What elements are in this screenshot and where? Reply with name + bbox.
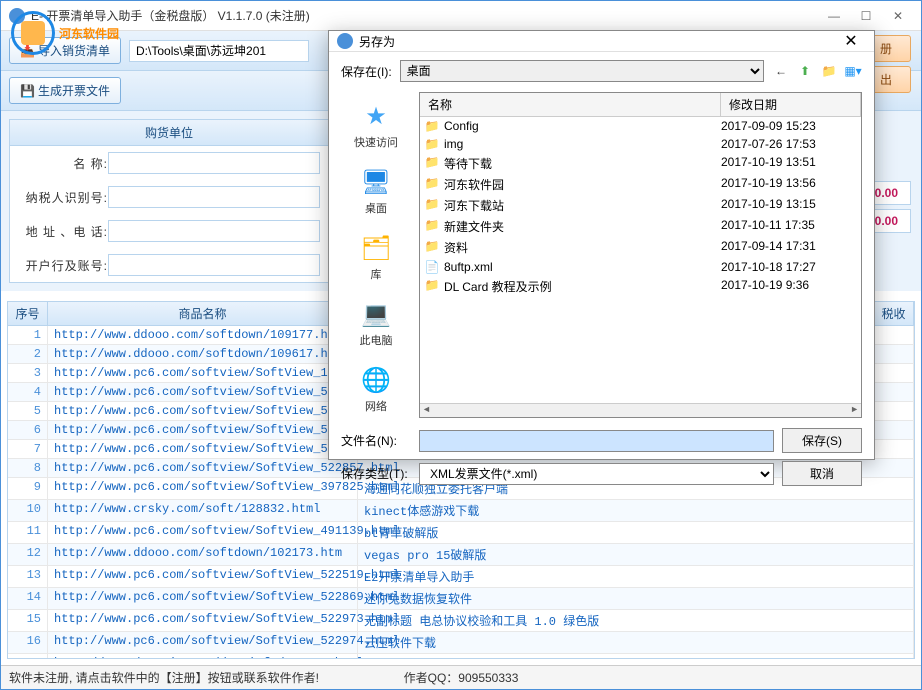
filetype-select[interactable]: XML发票文件(*.xml) <box>419 463 774 485</box>
places-bar: ★ 快速访问 🖥 桌面 🗂 库 💻 此电脑 🌐 网络 <box>341 92 411 418</box>
up-icon[interactable]: ⬆ <box>796 62 814 80</box>
taxid-input[interactable] <box>108 186 320 208</box>
path-input[interactable] <box>129 40 309 62</box>
table-row[interactable]: 12http://www.ddooo.com/softdown/102173.h… <box>8 544 914 566</box>
import-button[interactable]: 📥 导入销货清单 <box>9 37 121 64</box>
table-row[interactable]: 10http://www.crsky.com/soft/128832.htmlk… <box>8 500 914 522</box>
file-row[interactable]: 📁DL Card 教程及示例2017-10-19 9:36 <box>420 276 861 297</box>
file-row[interactable]: 📁Config2017-09-09 15:23 <box>420 117 861 135</box>
table-row[interactable]: 13http://www.pc6.com/softview/SoftView_5… <box>8 566 914 588</box>
dialog-icon <box>337 33 353 49</box>
dialog-bottom: 文件名(N): 保存(S) 保存类型(T): XML发票文件(*.xml) 取消 <box>341 418 862 486</box>
taxid-label: 纳税人识别号: <box>18 189 108 206</box>
name-input[interactable] <box>108 152 320 174</box>
library-icon: 🗂 <box>360 232 392 264</box>
app-icon <box>9 8 25 24</box>
table-row[interactable]: 17http://www.downxia.com/downinfo/164773… <box>8 654 914 659</box>
location-row: 保存在(I): 桌面 ← ⬆ 📁 ▦▾ <box>341 60 862 82</box>
name-label: 名 称: <box>18 155 108 172</box>
cancel-button[interactable]: 取消 <box>782 461 862 486</box>
thispc-icon: 💻 <box>360 298 392 330</box>
window-title: E- 开票清单导入助手（金税盘版） V1.1.7.0 (未注册) <box>31 7 819 24</box>
filetype-label: 保存类型(T): <box>341 465 411 482</box>
quick-access-icon: ★ <box>360 100 392 132</box>
back-icon[interactable]: ← <box>772 62 790 80</box>
save-in-select[interactable]: 桌面 <box>400 60 764 82</box>
filename-row: 文件名(N): 保存(S) <box>341 428 862 453</box>
file-row[interactable]: 📁河东软件园2017-10-19 13:56 <box>420 174 861 195</box>
addr-label: 地 址 、电 话: <box>18 223 108 240</box>
file-row[interactable]: 📁资料2017-09-14 17:31 <box>420 237 861 258</box>
dialog-title: 另存为 <box>359 33 836 50</box>
file-header-date[interactable]: 修改日期 <box>721 93 861 116</box>
filename-label: 文件名(N): <box>341 432 411 449</box>
save-icon: 💾 <box>20 84 34 98</box>
file-row[interactable]: 📁img2017-07-26 17:53 <box>420 135 861 153</box>
file-row[interactable]: 📁河东下载站2017-10-19 13:15 <box>420 195 861 216</box>
filetype-row: 保存类型(T): XML发票文件(*.xml) 取消 <box>341 461 862 486</box>
file-header: 名称 修改日期 <box>420 93 861 117</box>
dialog-titlebar: 另存为 ✕ <box>329 31 874 52</box>
col-tax-header[interactable]: 税收 <box>874 302 914 325</box>
file-row[interactable]: 📁等待下载2017-10-19 13:51 <box>420 153 861 174</box>
form-row-taxid: 纳税人识别号: <box>10 180 328 214</box>
statusbar: 软件未注册, 请点击软件中的【注册】按钮或联系软件作者! 作者QQ：909550… <box>1 665 921 689</box>
desktop-icon: 🖥 <box>360 166 392 198</box>
table-row[interactable]: 11http://www.pc6.com/softview/SoftView_4… <box>8 522 914 544</box>
bank-label: 开户行及账号: <box>18 257 108 274</box>
file-list[interactable]: 📁Config2017-09-09 15:23📁img2017-07-26 17… <box>420 117 861 403</box>
bank-input[interactable] <box>108 254 320 276</box>
main-titlebar: E- 开票清单导入助手（金税盘版） V1.1.7.0 (未注册) — ☐ ✕ <box>1 1 921 31</box>
save-as-dialog: 另存为 ✕ 保存在(I): 桌面 ← ⬆ 📁 ▦▾ ★ 快速访问 🖥 <box>328 30 875 460</box>
horizontal-scrollbar[interactable] <box>420 403 861 417</box>
file-header-name[interactable]: 名称 <box>420 93 721 116</box>
save-in-label: 保存在(I): <box>341 63 392 80</box>
file-row[interactable]: 📁新建文件夹2017-10-11 17:35 <box>420 216 861 237</box>
place-thispc[interactable]: 💻 此电脑 <box>341 294 411 352</box>
save-button[interactable]: 保存(S) <box>782 428 862 453</box>
status-author: 作者QQ：909550333 <box>404 669 519 686</box>
dialog-content: ★ 快速访问 🖥 桌面 🗂 库 💻 此电脑 🌐 网络 <box>341 92 862 418</box>
col-seq-header[interactable]: 序号 <box>8 302 48 325</box>
dialog-body: 保存在(I): 桌面 ← ⬆ 📁 ▦▾ ★ 快速访问 🖥 桌面 <box>329 52 874 494</box>
form-row-bank: 开户行及账号: <box>10 248 328 282</box>
form-row-addr: 地 址 、电 话: <box>10 214 328 248</box>
buyer-panel-title: 购货单位 <box>10 120 328 146</box>
place-network[interactable]: 🌐 网络 <box>341 360 411 418</box>
place-desktop[interactable]: 🖥 桌面 <box>341 162 411 220</box>
file-area: 名称 修改日期 📁Config2017-09-09 15:23📁img2017-… <box>419 92 862 418</box>
addr-input[interactable] <box>108 220 320 242</box>
table-row[interactable]: 14http://www.pc6.com/softview/SoftView_5… <box>8 588 914 610</box>
place-quick[interactable]: ★ 快速访问 <box>341 96 411 154</box>
table-row[interactable]: 16http://www.pc6.com/softview/SoftView_5… <box>8 632 914 654</box>
table-row[interactable]: 15http://www.pc6.com/softview/SoftView_5… <box>8 610 914 632</box>
import-icon: 📥 <box>20 44 34 58</box>
col-name-header[interactable]: 商品名称 <box>48 302 358 325</box>
generate-button[interactable]: 💾 生成开票文件 <box>9 77 121 104</box>
form-row-name: 名 称: <box>10 146 328 180</box>
place-library[interactable]: 🗂 库 <box>341 228 411 286</box>
maximize-button[interactable]: ☐ <box>851 6 881 26</box>
new-folder-icon[interactable]: 📁 <box>820 62 838 80</box>
status-left: 软件未注册, 请点击软件中的【注册】按钮或联系软件作者! <box>9 669 319 686</box>
network-icon: 🌐 <box>360 364 392 396</box>
close-button[interactable]: ✕ <box>883 6 913 26</box>
view-menu-icon[interactable]: ▦▾ <box>844 62 862 80</box>
buyer-panel: 购货单位 名 称: 纳税人识别号: 地 址 、电 话: 开户行及账号: <box>9 119 329 283</box>
file-row[interactable]: 📄8uftp.xml2017-10-18 17:27 <box>420 258 861 276</box>
dialog-close-button[interactable]: ✕ <box>836 31 866 51</box>
minimize-button[interactable]: — <box>819 6 849 26</box>
filename-input[interactable] <box>419 430 774 452</box>
window-controls: — ☐ ✕ <box>819 6 913 26</box>
nav-icons: ← ⬆ 📁 ▦▾ <box>772 62 862 80</box>
